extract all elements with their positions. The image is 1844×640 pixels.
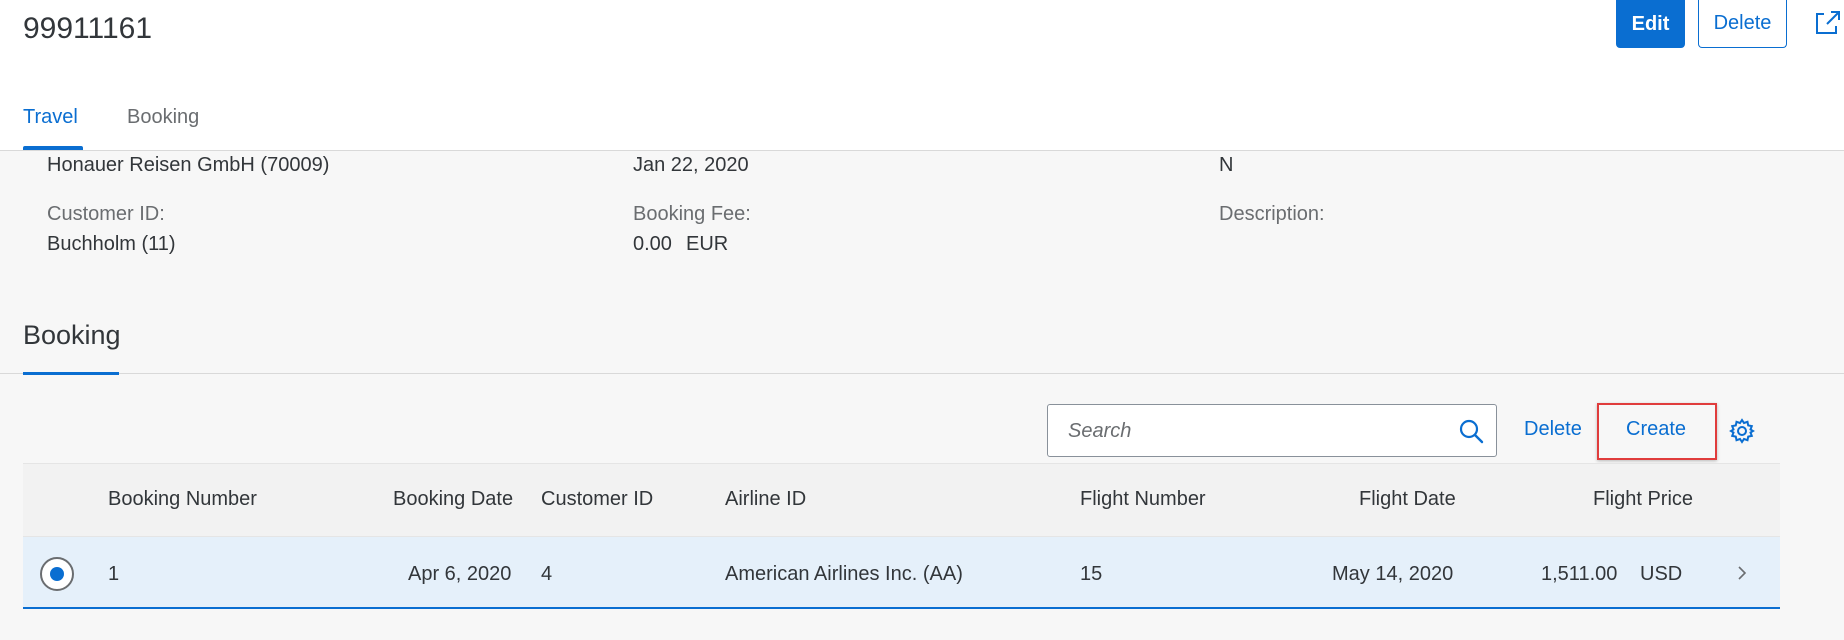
cell-customer-id: 4 (541, 563, 553, 585)
cell-flight-price: 1,511.00 (1541, 563, 1618, 585)
column-header-flight-date[interactable]: Flight Date (1359, 488, 1456, 511)
gear-icon[interactable] (1728, 417, 1756, 445)
search-field[interactable]: Search (1047, 404, 1497, 457)
agency-value: Honauer Reisen GmbH (70009) (47, 154, 330, 176)
column-header-booking-date[interactable]: Booking Date (393, 488, 513, 511)
booking-fee-amount: 0.00 (633, 233, 672, 255)
cell-booking-date: Apr 6, 2020 (408, 563, 512, 585)
object-header: 99911161 Edit Delete Travel Booking (0, 0, 1844, 151)
delete-button[interactable]: Delete (1698, 0, 1787, 48)
delete-booking-button[interactable]: Delete (1524, 418, 1582, 441)
chevron-right-icon[interactable] (1735, 563, 1749, 583)
row-select-radio[interactable] (40, 557, 74, 591)
begin-date-value: Jan 22, 2020 (633, 154, 749, 176)
radio-selected-dot (50, 567, 64, 581)
create-booking-button[interactable]: Create (1626, 418, 1686, 441)
section-title-underline (23, 372, 119, 375)
tab-travel[interactable]: Travel (23, 106, 78, 129)
cell-currency: USD (1640, 563, 1683, 585)
share-icon[interactable] (1812, 8, 1842, 38)
cell-booking-number: 1 (108, 563, 120, 585)
search-icon[interactable] (1458, 418, 1484, 444)
customer-id-value: Buchholm (11) (47, 233, 176, 255)
cell-airline-id: American Airlines Inc. (AA) (725, 563, 963, 585)
customer-id-label: Customer ID: (47, 203, 165, 225)
cell-flight-date: May 14, 2020 (1332, 563, 1454, 585)
edit-button[interactable]: Edit (1616, 0, 1685, 48)
column-header-airline-id[interactable]: Airline ID (725, 488, 806, 511)
status-value: N (1219, 154, 1234, 176)
cell-flight-number: 15 (1080, 563, 1103, 585)
column-header-booking-number[interactable]: Booking Number (108, 488, 257, 511)
booking-fee-currency: EUR (686, 233, 729, 255)
column-header-customer-id[interactable]: Customer ID (541, 488, 653, 511)
active-tab-indicator (23, 146, 83, 150)
search-input[interactable]: Search (1068, 420, 1131, 443)
column-header-flight-number[interactable]: Flight Number (1080, 488, 1206, 511)
booking-fee-label: Booking Fee: (633, 203, 751, 225)
booking-section-title: Booking (23, 320, 121, 350)
page-title: 99911161 (23, 12, 153, 45)
column-header-flight-price[interactable]: Flight Price (1593, 488, 1693, 511)
description-label: Description: (1219, 203, 1325, 225)
section-divider (0, 373, 1844, 374)
table-header (23, 463, 1780, 537)
tab-booking[interactable]: Booking (127, 106, 199, 129)
